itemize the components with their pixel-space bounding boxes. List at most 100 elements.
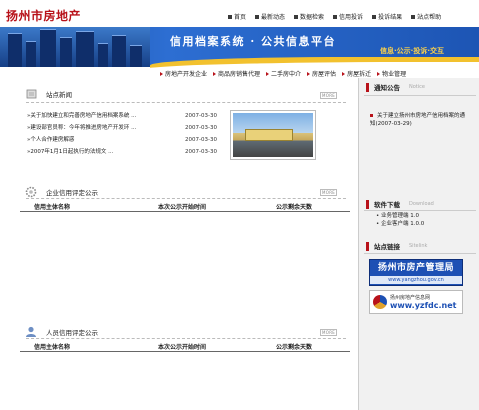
divider xyxy=(26,198,346,199)
square-bullet-icon xyxy=(411,14,416,19)
top-nav: 首页 最新动态 数据检索 信用投诉 投诉结果 站点帮助 xyxy=(228,12,441,21)
square-bullet-icon xyxy=(228,14,232,19)
subnav-sales-agents[interactable]: 商品房销售代理 xyxy=(213,69,260,78)
news-icon xyxy=(26,89,37,99)
list-item[interactable]: • 业务管理端 1.0 xyxy=(376,212,424,220)
banner-motto: 信息·公示·投诉·交互 xyxy=(380,47,444,55)
notice-text[interactable]: 关于建立扬州市房地产信用档案的通知(2007-03-29) xyxy=(370,113,465,127)
links-header: 站点链接 Sitelink xyxy=(366,241,427,251)
company-credit-header: 企业信用评定公示 xyxy=(24,186,98,198)
links-title: 站点链接 xyxy=(374,243,400,251)
news-date: 2007-03-30 xyxy=(185,125,217,131)
category-nav: 房地产开发企业 商品房销售代理 二手房中介 房屋评估 房屋拆迁 物业管理 xyxy=(160,69,406,78)
links-subtitle: Sitelink xyxy=(409,243,428,249)
personal-credit-title: 人员信用评定公示 xyxy=(46,329,98,337)
square-bullet-icon xyxy=(333,14,338,19)
download-title: 软件下载 xyxy=(374,201,400,209)
download-header: 软件下载 Download xyxy=(366,199,434,209)
gear-icon xyxy=(25,186,37,198)
news-date: 2007-03-30 xyxy=(185,137,217,143)
link-title: 扬州市房产管理局 xyxy=(377,263,454,273)
notice-header: 通知公告 Notice xyxy=(366,82,425,92)
column-header: 公示剩余天数 xyxy=(276,204,313,211)
news-title[interactable]: »建设部官员称：今年将推进房地产开发环 ... xyxy=(27,122,136,134)
company-credit-title: 企业信用评定公示 xyxy=(46,189,98,197)
nav-credit-complaint[interactable]: 信用投诉 xyxy=(333,12,363,21)
download-subtitle: Download xyxy=(409,201,434,207)
table-rule xyxy=(20,211,350,212)
column-header: 本次公示开始时间 xyxy=(158,344,207,351)
divider xyxy=(364,95,476,96)
divider xyxy=(364,210,476,211)
link-url: www.yzfdc.net xyxy=(390,301,457,310)
column-header: 信用主体名称 xyxy=(34,204,71,211)
arrow-bullet-icon xyxy=(213,71,217,76)
nav-home[interactable]: 首页 xyxy=(228,12,246,21)
subnav-property-mgmt[interactable]: 物业管理 xyxy=(377,69,406,78)
section-marker-icon xyxy=(366,241,369,251)
news-title[interactable]: »个人合作建房解惑 xyxy=(27,134,74,146)
square-bullet-icon xyxy=(372,14,377,19)
download-link[interactable]: 企业客户端 1.0.0 xyxy=(381,221,424,227)
column-header: 公示剩余天数 xyxy=(276,344,313,351)
subnav-developers[interactable]: 房地产开发企业 xyxy=(160,69,207,78)
site-logo[interactable]: 扬州市房地产 xyxy=(6,7,81,24)
real-estate-info-link[interactable]: 扬州房地产信息网 www.yzfdc.net xyxy=(369,290,463,314)
notice-title: 通知公告 xyxy=(374,84,400,92)
site-logo-icon xyxy=(373,295,387,309)
divider xyxy=(26,102,346,103)
housing-bureau-link[interactable]: 扬州市房产管理局 www.yangzhou.gov.cn xyxy=(369,259,463,286)
news-date: 2007-03-30 xyxy=(185,113,217,119)
download-list: • 业务管理端 1.0 • 企业客户端 1.0.0 xyxy=(376,212,424,228)
news-title[interactable]: »关于加快建立和完善房地产信用档案系统 ... xyxy=(27,110,136,122)
arrow-bullet-icon xyxy=(377,71,381,76)
arrow-bullet-icon xyxy=(342,71,346,76)
square-bullet-icon xyxy=(294,14,299,19)
building-illustration xyxy=(0,27,150,67)
site-news-header: 站点新闻 xyxy=(26,89,72,99)
site-news-title: 站点新闻 xyxy=(46,91,72,99)
site-news-more-button[interactable]: MORE xyxy=(320,92,338,99)
list-item[interactable]: »关于加快建立和完善房地产信用档案系统 ... 2007-03-30 xyxy=(27,110,217,122)
nav-latest-news[interactable]: 最新动态 xyxy=(255,12,285,21)
news-photo[interactable] xyxy=(230,110,316,160)
list-item[interactable]: »建设部官员称：今年将推进房地产开发环 ... 2007-03-30 xyxy=(27,122,217,134)
column-header: 信用主体名称 xyxy=(34,344,71,351)
list-item[interactable]: »2007年1月1日起执行的法规文 ... 2007-03-30 xyxy=(27,146,217,158)
company-credit-more-button[interactable]: MORE xyxy=(320,189,338,196)
arrow-bullet-icon xyxy=(266,71,270,76)
company-table-header: 信用主体名称 本次公示开始时间 公示剩余天数 xyxy=(34,202,312,211)
news-list: »关于加快建立和完善房地产信用档案系统 ... 2007-03-30 »建设部官员… xyxy=(27,110,217,158)
notice-subtitle: Notice xyxy=(409,84,425,90)
divider xyxy=(26,338,346,339)
notice-item[interactable]: 关于建立扬州市房地产信用档案的通知(2007-03-29) xyxy=(370,112,470,128)
personal-credit-header: 人员信用评定公示 xyxy=(24,326,98,338)
link-title: 扬州房地产信息网 xyxy=(390,295,431,301)
link-url: www.yangzhou.gov.cn xyxy=(370,276,462,284)
section-marker-icon xyxy=(366,82,369,92)
download-link[interactable]: 业务管理端 1.0 xyxy=(381,213,419,219)
news-title[interactable]: »2007年1月1日起执行的法规文 ... xyxy=(27,146,113,158)
personal-table-header: 信用主体名称 本次公示开始时间 公示剩余天数 xyxy=(34,342,312,351)
subnav-demolition[interactable]: 房屋拆迁 xyxy=(342,69,371,78)
section-marker-icon xyxy=(366,199,369,209)
news-date: 2007-03-30 xyxy=(185,149,217,155)
person-icon xyxy=(26,326,36,337)
arrow-bullet-icon xyxy=(160,71,163,76)
subnav-resale-agents[interactable]: 二手房中介 xyxy=(266,69,301,78)
table-rule xyxy=(20,351,350,352)
arrow-bullet-icon xyxy=(307,71,311,76)
building-photo xyxy=(233,113,313,157)
list-item[interactable]: »个人合作建房解惑 2007-03-30 xyxy=(27,134,217,146)
divider xyxy=(364,253,476,254)
square-bullet-icon xyxy=(255,14,260,19)
column-header: 本次公示开始时间 xyxy=(158,204,207,211)
nav-complaint-results[interactable]: 投诉结果 xyxy=(372,12,402,21)
list-item[interactable]: • 企业客户端 1.0.0 xyxy=(376,220,424,228)
nav-data-search[interactable]: 数据检索 xyxy=(294,12,324,21)
personal-credit-more-button[interactable]: MORE xyxy=(320,329,338,336)
nav-site-help[interactable]: 站点帮助 xyxy=(411,12,441,21)
bullet-icon xyxy=(370,114,373,117)
banner-slogan: 信用档案系统 · 公共信息平台 xyxy=(170,35,336,48)
subnav-appraisal[interactable]: 房屋评估 xyxy=(307,69,336,78)
